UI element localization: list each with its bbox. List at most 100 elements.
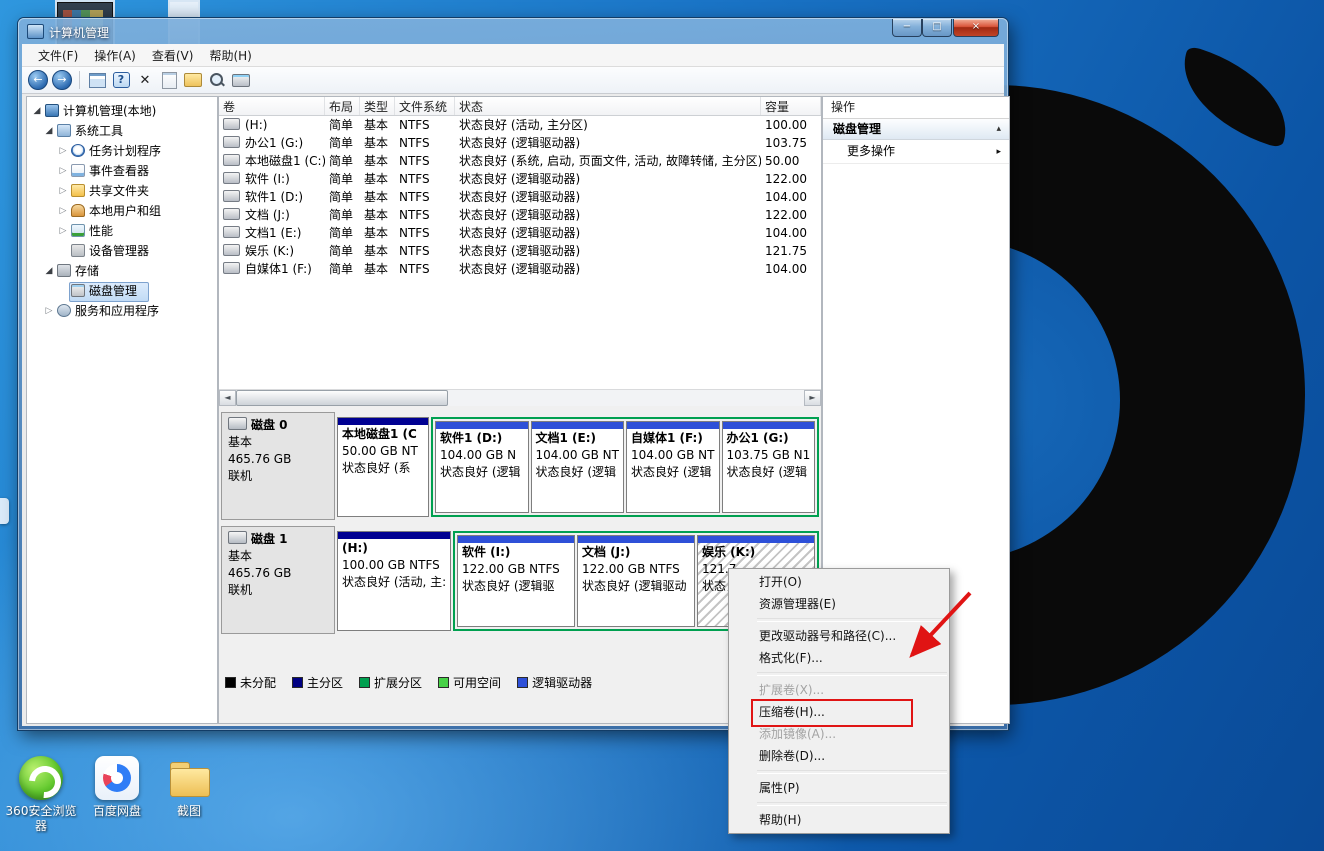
volume-row[interactable]: 自媒体1 (F:) 简单基本 NTFS状态良好 (逻辑驱动器) 104.00 — [219, 260, 821, 278]
task-scheduler-icon — [71, 144, 85, 157]
volume-list: 卷 布局 类型 文件系统 状态 容量 (H:) 简单基本 NTFS状态良好 (活… — [219, 97, 821, 389]
expander-icon[interactable]: ▷ — [57, 201, 69, 221]
forward-icon[interactable]: → — [52, 70, 72, 90]
volume-row[interactable]: 办公1 (G:) 简单基本 NTFS状态良好 (逻辑驱动器) 103.75 — [219, 134, 821, 152]
menu-item-help[interactable]: 帮助(H) — [729, 809, 949, 831]
delete-icon[interactable]: ✕ — [135, 70, 155, 90]
disk-0-info[interactable]: 磁盘 0 基本 465.76 GB 联机 — [221, 412, 335, 520]
menu-item-delete-volume[interactable]: 删除卷(D)... — [729, 745, 949, 767]
more-actions[interactable]: 更多操作 ▸ — [823, 140, 1009, 164]
partition-h[interactable]: (H:) 100.00 GB NTFS 状态良好 (活动, 主: — [337, 531, 451, 631]
partition-d[interactable]: 软件1 (D:) 104.00 GB N 状态良好 (逻辑 — [435, 421, 529, 513]
disk-icon — [228, 417, 247, 430]
disk-1-info[interactable]: 磁盘 1 基本 465.76 GB 联机 — [221, 526, 335, 634]
volume-icon — [223, 154, 240, 166]
close-button[interactable]: × — [953, 19, 999, 37]
column-header-capacity[interactable]: 容量 — [761, 97, 821, 115]
column-header-fs[interactable]: 文件系统 — [395, 97, 455, 115]
menu-action[interactable]: 操作(A) — [86, 45, 144, 66]
partition-j[interactable]: 文档 (J:) 122.00 GB NTFS 状态良好 (逻辑驱动 — [577, 535, 695, 627]
menu-item-add-mirror: 添加镜像(A)... — [729, 723, 949, 745]
volume-row[interactable]: 软件 (I:) 简单基本 NTFS状态良好 (逻辑驱动器) 122.00 — [219, 170, 821, 188]
unallocated-swatch-icon — [225, 677, 236, 688]
actions-section-disk-management[interactable]: 磁盘管理 ▴ — [823, 119, 1009, 140]
tree-item-event-viewer[interactable]: ▷ 事件查看器 — [27, 161, 217, 181]
expander-icon[interactable]: ▷ — [57, 181, 69, 201]
disk-icon — [228, 531, 247, 544]
desktop-logo-tail — [1167, 45, 1303, 149]
scroll-left-icon[interactable]: ◄ — [219, 390, 236, 406]
properties-icon[interactable] — [162, 72, 177, 89]
services-icon — [57, 304, 71, 317]
menu-item-properties[interactable]: 属性(P) — [729, 777, 949, 799]
expander-icon[interactable]: ◢ — [31, 101, 43, 121]
logical-drive-strip — [627, 422, 719, 429]
performance-icon — [71, 224, 85, 237]
desktop-icon-360-browser[interactable]: 360安全浏览器 — [2, 756, 80, 834]
partition-g[interactable]: 办公1 (G:) 103.75 GB N1 状态良好 (逻辑 — [722, 421, 816, 513]
menu-view[interactable]: 查看(V) — [144, 45, 202, 66]
logical-drive-strip — [578, 536, 694, 543]
collapse-icon[interactable]: ▴ — [996, 119, 1001, 139]
volume-row[interactable]: 文档1 (E:) 简单基本 NTFS状态良好 (逻辑驱动器) 104.00 — [219, 224, 821, 242]
tree-item-storage[interactable]: ◢ 存储 — [27, 261, 217, 281]
volume-icon — [223, 262, 240, 274]
column-header-status[interactable]: 状态 — [455, 97, 761, 115]
tree-item-services[interactable]: ▷ 服务和应用程序 — [27, 301, 217, 321]
partition-i[interactable]: 软件 (I:) 122.00 GB NTFS 状态良好 (逻辑驱 — [457, 535, 575, 627]
menu-file[interactable]: 文件(F) — [30, 45, 86, 66]
show-console-tree-icon[interactable] — [89, 73, 106, 88]
expander-icon[interactable]: ▷ — [57, 221, 69, 241]
search-icon[interactable] — [209, 72, 225, 88]
back-icon[interactable]: ← — [28, 70, 48, 90]
titlebar[interactable]: 计算机管理 − □ × — [18, 18, 1008, 44]
minimize-button[interactable]: − — [892, 19, 922, 37]
desktop-icon-label: 截图 — [177, 804, 201, 818]
scrollbar-thumb[interactable] — [236, 390, 448, 406]
tree-item-local-users[interactable]: ▷ 本地用户和组 — [27, 201, 217, 221]
volume-row[interactable]: 文档 (J:) 简单基本 NTFS状态良好 (逻辑驱动器) 122.00 — [219, 206, 821, 224]
tree-item-root[interactable]: ◢ 计算机管理(本地) — [27, 101, 217, 121]
tree-item-disk-management[interactable]: 磁盘管理 — [27, 281, 217, 301]
column-header-layout[interactable]: 布局 — [325, 97, 360, 115]
maximize-button[interactable]: □ — [922, 19, 952, 37]
help-icon[interactable]: ? — [113, 72, 130, 88]
menu-item-shrink-volume[interactable]: 压缩卷(H)... — [729, 701, 949, 723]
disk-view-icon[interactable] — [232, 74, 250, 87]
expander-icon[interactable]: ▷ — [57, 161, 69, 181]
free-space-swatch-icon — [438, 677, 449, 688]
tree-item-task-scheduler[interactable]: ▷ 任务计划程序 — [27, 141, 217, 161]
expander-icon[interactable]: ◢ — [43, 121, 55, 141]
export-list-icon[interactable] — [184, 73, 202, 87]
column-header-type[interactable]: 类型 — [360, 97, 395, 115]
tree-item-system-tools[interactable]: ◢ 系统工具 — [27, 121, 217, 141]
storage-icon — [57, 264, 71, 277]
volume-row[interactable]: 本地磁盘1 (C:) 简单基本 NTFS状态良好 (系统, 启动, 页面文件, … — [219, 152, 821, 170]
volume-icon — [223, 244, 240, 256]
expander-icon[interactable]: ◢ — [43, 261, 55, 281]
volume-icon — [223, 136, 240, 148]
tree-item-shared-folders[interactable]: ▷ 共享文件夹 — [27, 181, 217, 201]
partition-f[interactable]: 自媒体1 (F:) 104.00 GB NT 状态良好 (逻辑 — [626, 421, 720, 513]
menu-help[interactable]: 帮助(H) — [201, 45, 259, 66]
tree-item-performance[interactable]: ▷ 性能 — [27, 221, 217, 241]
event-viewer-icon — [71, 164, 85, 177]
tree-item-device-manager[interactable]: 设备管理器 — [27, 241, 217, 261]
desktop-icon-baidu-netdisk[interactable]: 百度网盘 — [78, 756, 156, 819]
scroll-right-icon[interactable]: ► — [804, 390, 821, 406]
expander-icon[interactable]: ▷ — [57, 141, 69, 161]
volume-row[interactable]: 软件1 (D:) 简单基本 NTFS状态良好 (逻辑驱动器) 104.00 — [219, 188, 821, 206]
computer-icon — [45, 104, 59, 117]
screen-edge-tab[interactable] — [0, 498, 9, 524]
extended-partition-swatch-icon — [359, 677, 370, 688]
partition-c[interactable]: 本地磁盘1 (C 50.00 GB NT 状态良好 (系 — [337, 417, 429, 517]
expander-icon[interactable]: ▷ — [43, 301, 55, 321]
desktop-icon-screenshot-folder[interactable]: 截图 — [150, 756, 228, 819]
menu-separator — [757, 802, 947, 806]
folder-icon — [167, 756, 211, 800]
partition-e[interactable]: 文档1 (E:) 104.00 GB NT 状态良好 (逻辑 — [531, 421, 625, 513]
volume-row[interactable]: (H:) 简单基本 NTFS状态良好 (活动, 主分区) 100.00 — [219, 116, 821, 134]
column-header-volume[interactable]: 卷 — [219, 97, 325, 115]
volume-row[interactable]: 娱乐 (K:) 简单基本 NTFS状态良好 (逻辑驱动器) 121.75 — [219, 242, 821, 260]
horizontal-scrollbar[interactable]: ◄ ► — [219, 389, 821, 407]
